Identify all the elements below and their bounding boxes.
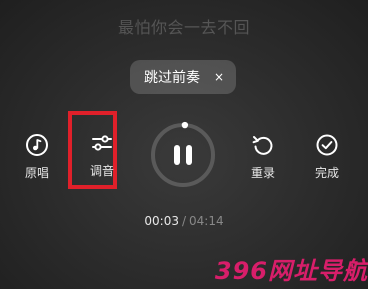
close-icon[interactable]: × (214, 70, 224, 84)
current-time: 00:03 (144, 214, 179, 228)
rerecord-label: 重录 (250, 166, 275, 180)
music-note-icon (26, 134, 48, 156)
pause-button[interactable] (149, 121, 217, 189)
finish-label: 完成 (314, 166, 339, 180)
finish-button[interactable]: 完成 (301, 132, 353, 181)
tune-label: 调音 (89, 164, 114, 178)
sliders-icon (92, 135, 112, 151)
tune-button[interactable]: 调音 (76, 130, 128, 179)
rerecord-icon (252, 136, 273, 155)
skip-intro-button[interactable]: 跳过前奏 × (130, 60, 236, 94)
rerecord-button[interactable]: 重录 (237, 132, 289, 181)
pause-icon (151, 121, 215, 187)
watermark-logo: 396网址导航 (214, 256, 368, 285)
time-separator: / (181, 214, 187, 228)
original-vocal-label: 原唱 (24, 166, 49, 180)
check-circle-icon (316, 134, 338, 156)
progress-dot (181, 121, 189, 129)
total-time: 04:14 (189, 214, 224, 228)
lyric-line: 最怕你会一去不回 (117, 18, 250, 37)
playback-time: 00:03/04:14 (0, 214, 368, 228)
original-vocal-button[interactable]: 原唱 (11, 132, 63, 181)
skip-intro-label: 跳过前奏 (144, 70, 200, 86)
